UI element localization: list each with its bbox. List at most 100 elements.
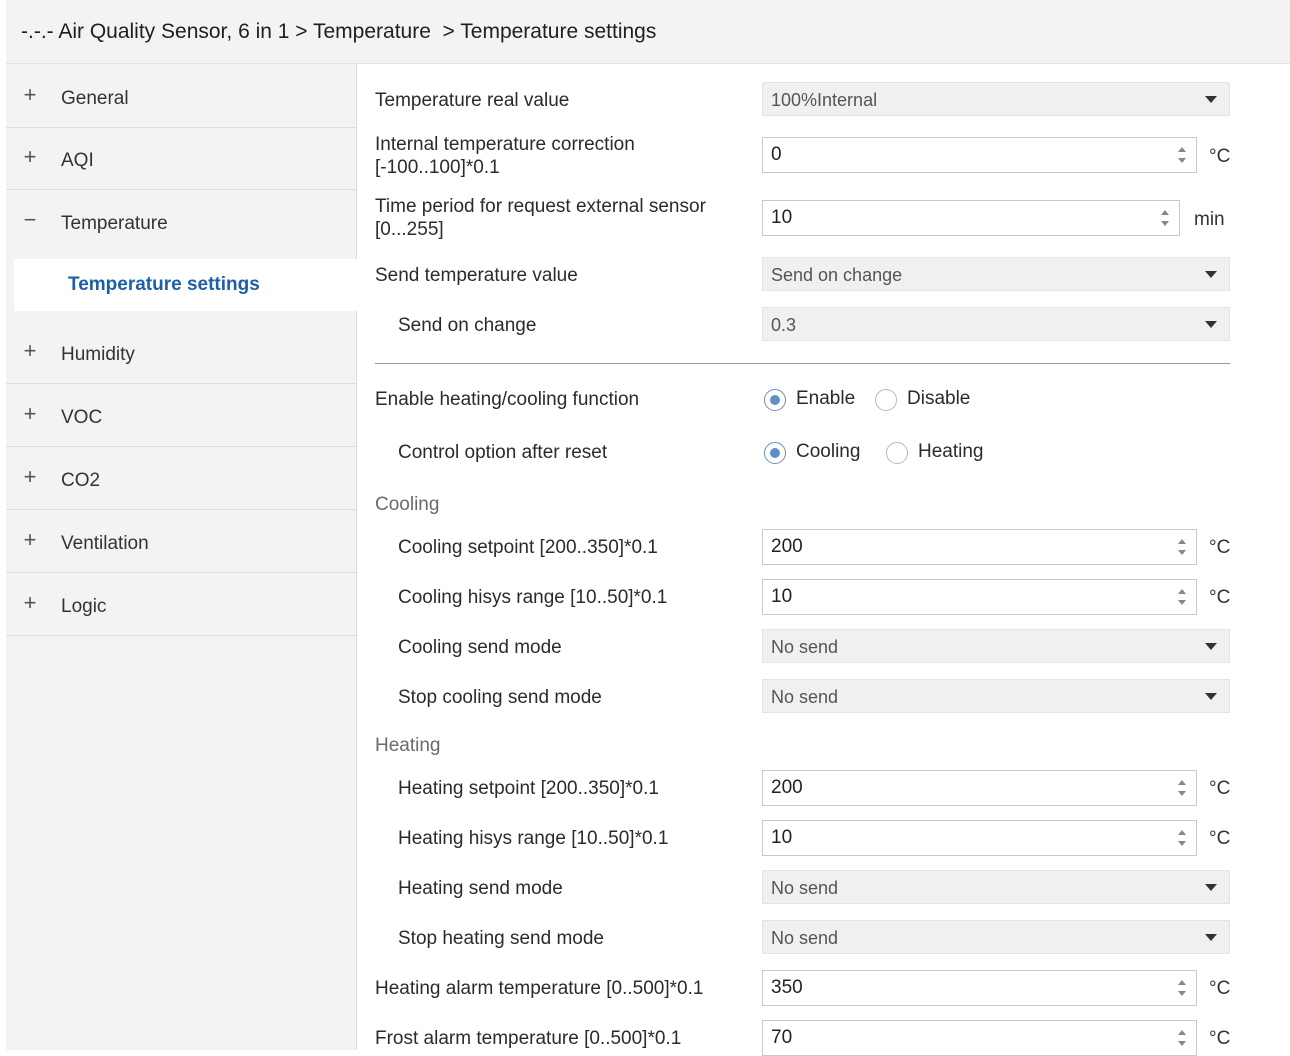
spin-down-icon[interactable] — [1178, 600, 1186, 605]
enable-hc-label: Enable heating/cooling function — [375, 389, 640, 410]
sidebar-item-ventilation[interactable]: + Ventilation — [6, 511, 357, 573]
sidebar-item-label: CO2 — [61, 470, 101, 491]
spin-down-icon[interactable] — [1178, 991, 1186, 996]
spin-up-icon[interactable] — [1178, 780, 1186, 785]
spin-down-icon[interactable] — [1178, 791, 1186, 796]
internal-correction-label: Internal temperature correction [-100..1… — [375, 134, 635, 178]
select-value: No send — [771, 687, 839, 707]
heating-send-mode-select[interactable]: No send — [762, 870, 1230, 904]
sidebar-item-temperature[interactable]: − Temperature — [6, 191, 357, 253]
stop-cooling-send-mode-label: Stop cooling send mode — [398, 687, 602, 708]
heating-setpoint-label: Heating setpoint [200..350]*0.1 — [398, 778, 659, 799]
sidebar-item-label: Logic — [61, 596, 107, 617]
heating-send-mode-label: Heating send mode — [398, 878, 563, 899]
sidebar-item-humidity[interactable]: + Humidity — [6, 322, 357, 384]
dropdown-arrow-icon — [1205, 693, 1217, 700]
sidebar-item-co2[interactable]: + CO2 — [6, 448, 357, 510]
frost-alarm-stepper[interactable] — [762, 1020, 1197, 1056]
cooling-hisys-stepper[interactable] — [762, 579, 1197, 615]
spin-down-icon[interactable] — [1178, 841, 1186, 846]
spin-up-icon[interactable] — [1178, 980, 1186, 985]
expand-icon: + — [23, 590, 37, 615]
spin-down-icon[interactable] — [1178, 1041, 1186, 1046]
spin-up-icon[interactable] — [1178, 147, 1186, 152]
internal-correction-stepper[interactable] — [762, 137, 1197, 173]
select-value: Send on change — [771, 265, 903, 285]
sidebar-item-aqi[interactable]: + AQI — [6, 128, 357, 190]
dropdown-arrow-icon — [1205, 96, 1217, 103]
heating-radio[interactable] — [886, 442, 908, 464]
temp-real-value-select[interactable]: 100%Internal — [762, 82, 1230, 116]
collapse-icon: − — [23, 207, 37, 232]
heating-section-title: Heating — [375, 735, 441, 756]
expand-icon: + — [23, 82, 37, 107]
frost-alarm-label: Frost alarm temperature [0..500]*0.1 — [375, 1028, 682, 1049]
time-period-stepper[interactable] — [762, 200, 1180, 236]
sidebar-subitem-label: Temperature settings — [68, 274, 260, 295]
expand-icon: + — [23, 338, 37, 363]
select-value: No send — [771, 878, 839, 898]
cooling-section-title: Cooling — [375, 494, 440, 515]
sidebar-item-label: Temperature — [61, 213, 168, 234]
unit-label: °C — [1209, 778, 1231, 799]
spin-down-icon[interactable] — [1178, 158, 1186, 163]
expand-icon: + — [23, 527, 37, 552]
sidebar-item-general[interactable]: + General — [6, 66, 357, 128]
select-value: 0.3 — [771, 315, 797, 335]
enable-radio-label: Enable — [796, 388, 856, 409]
expand-icon: + — [23, 144, 37, 169]
unit-label: °C — [1209, 978, 1231, 999]
cooling-setpoint-input[interactable] — [771, 530, 1151, 564]
enable-radio[interactable] — [764, 389, 786, 411]
temp-real-value-label: Temperature real value — [375, 90, 570, 111]
spin-up-icon[interactable] — [1178, 539, 1186, 544]
unit-label: °C — [1209, 537, 1231, 558]
dropdown-arrow-icon — [1205, 321, 1217, 328]
unit-label: °C — [1209, 828, 1231, 849]
stop-heating-send-mode-select[interactable]: No send — [762, 920, 1230, 954]
heating-setpoint-input[interactable] — [771, 771, 1151, 805]
cooling-hisys-label: Cooling hisys range [10..50]*0.1 — [398, 587, 668, 608]
spin-down-icon[interactable] — [1161, 221, 1169, 226]
cooling-setpoint-label: Cooling setpoint [200..350]*0.1 — [398, 537, 658, 558]
spin-down-icon[interactable] — [1178, 550, 1186, 555]
select-value: 100%Internal — [771, 90, 878, 110]
sidebar-item-label: Humidity — [61, 344, 135, 365]
send-temp-value-label: Send temperature value — [375, 265, 578, 286]
send-on-change-select[interactable]: 0.3 — [762, 307, 1230, 341]
cooling-radio[interactable] — [764, 442, 786, 464]
sidebar: + General + AQI − Temperature Temperatur… — [6, 64, 357, 1050]
cooling-radio-label: Cooling — [796, 441, 861, 462]
time-period-label: Time period for request external sensor … — [375, 196, 706, 240]
sidebar-item-label: Ventilation — [61, 533, 149, 554]
section-divider — [375, 363, 1230, 364]
spin-up-icon[interactable] — [1178, 830, 1186, 835]
dropdown-arrow-icon — [1205, 934, 1217, 941]
cooling-hisys-input[interactable] — [771, 580, 1151, 614]
time-period-input[interactable] — [771, 201, 1151, 235]
spin-up-icon[interactable] — [1178, 1030, 1186, 1035]
expand-icon: + — [23, 464, 37, 489]
spin-up-icon[interactable] — [1161, 210, 1169, 215]
heating-hisys-input[interactable] — [771, 821, 1151, 855]
spin-up-icon[interactable] — [1178, 589, 1186, 594]
heating-alarm-stepper[interactable] — [762, 970, 1197, 1006]
send-temp-value-select[interactable]: Send on change — [762, 257, 1230, 291]
cooling-send-mode-select[interactable]: No send — [762, 629, 1230, 663]
internal-correction-input[interactable] — [771, 138, 1151, 172]
disable-radio[interactable] — [875, 389, 897, 411]
heating-alarm-input[interactable] — [771, 971, 1151, 1005]
cooling-setpoint-stepper[interactable] — [762, 529, 1197, 565]
stop-cooling-send-mode-select[interactable]: No send — [762, 679, 1230, 713]
dropdown-arrow-icon — [1205, 271, 1217, 278]
cooling-send-mode-label: Cooling send mode — [398, 637, 562, 658]
unit-label: °C — [1209, 1028, 1231, 1049]
heating-radio-label: Heating — [918, 441, 984, 462]
sidebar-subitem-temperature-settings[interactable]: Temperature settings — [14, 259, 357, 311]
heating-setpoint-stepper[interactable] — [762, 770, 1197, 806]
heating-hisys-stepper[interactable] — [762, 820, 1197, 856]
heating-alarm-label: Heating alarm temperature [0..500]*0.1 — [375, 978, 704, 999]
sidebar-item-voc[interactable]: + VOC — [6, 385, 357, 447]
dropdown-arrow-icon — [1205, 884, 1217, 891]
sidebar-item-logic[interactable]: + Logic — [6, 574, 357, 636]
